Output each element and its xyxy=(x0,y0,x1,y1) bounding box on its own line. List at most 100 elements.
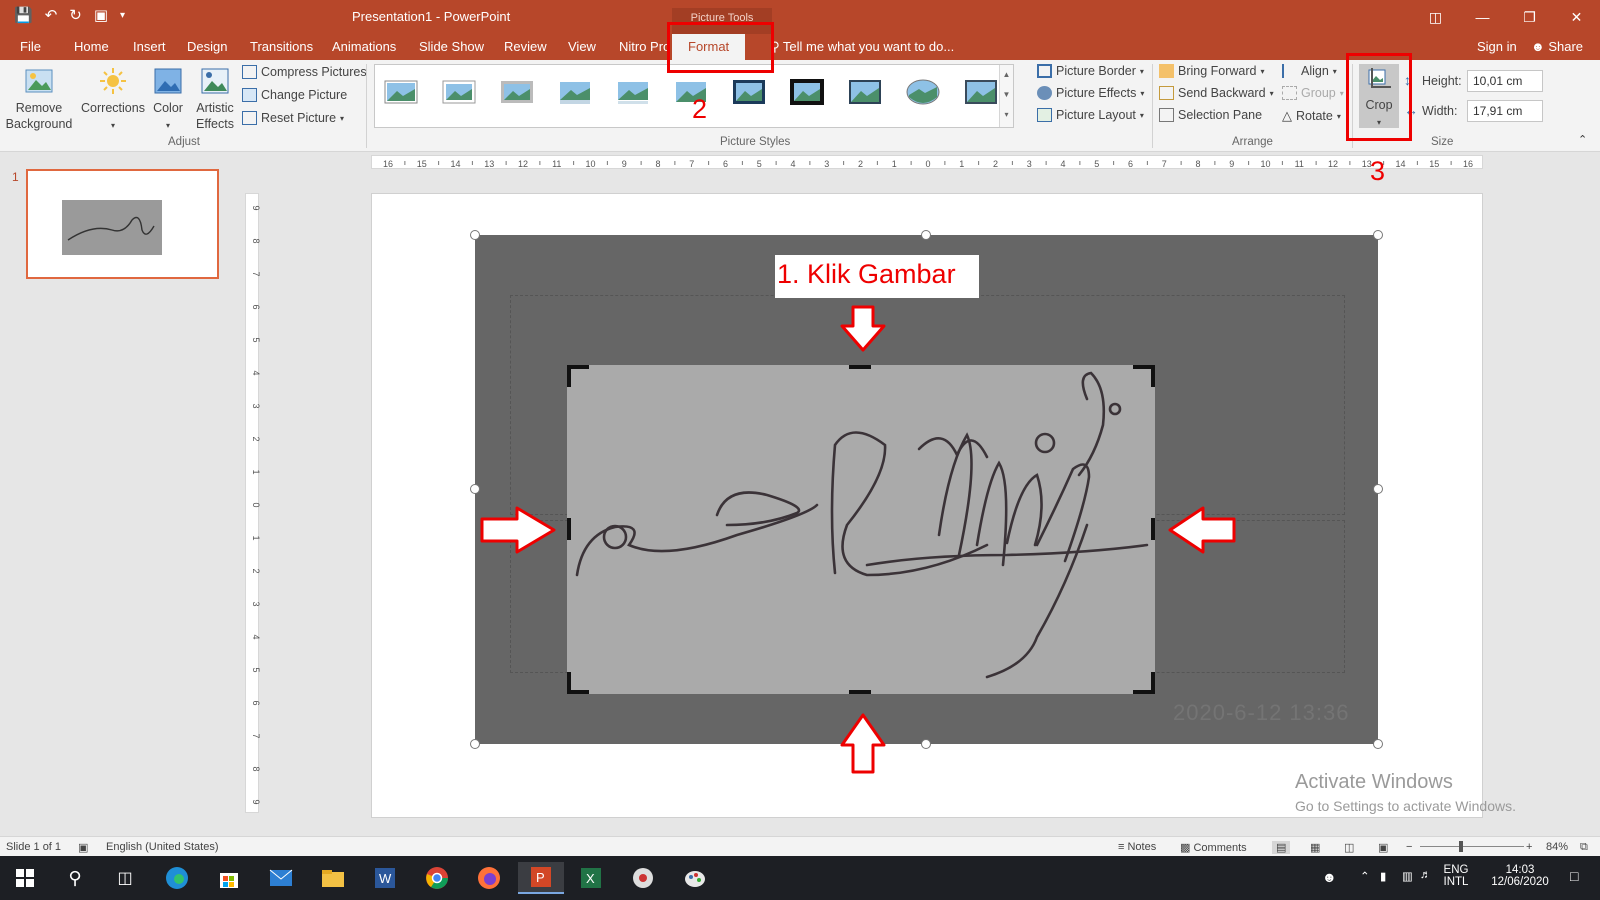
zoom-level[interactable]: 84% xyxy=(1546,841,1568,853)
selection-pane-button[interactable]: Selection Pane xyxy=(1159,108,1262,122)
gallery-scrollbar[interactable]: ▲ ▼ ▾ xyxy=(999,65,1013,127)
ribbon-display-options-icon[interactable]: ◫ xyxy=(1412,4,1459,30)
paint-icon[interactable] xyxy=(676,862,714,894)
tab-insert[interactable]: Insert xyxy=(133,39,166,54)
picture-style-thumb[interactable] xyxy=(383,77,419,107)
people-icon[interactable]: ☻ xyxy=(1322,869,1337,885)
start-presentation-icon[interactable]: ▣ xyxy=(94,6,108,26)
tab-nitro-pro[interactable]: Nitro Pro xyxy=(619,39,669,54)
fit-slide-icon[interactable]: ⧉ xyxy=(1580,841,1588,854)
tab-view[interactable]: View xyxy=(568,39,596,54)
zoom-slider[interactable] xyxy=(1420,846,1524,847)
picture-style-thumb[interactable] xyxy=(789,77,825,107)
powerpoint-icon[interactable]: P xyxy=(518,862,564,894)
zoom-in-icon[interactable]: + xyxy=(1526,841,1532,853)
file-explorer-icon[interactable] xyxy=(314,862,352,894)
width-field[interactable]: 17,91 cm xyxy=(1467,100,1543,122)
compress-pictures-button[interactable]: Compress Pictures xyxy=(242,65,367,79)
remove-background-button[interactable]: Remove Background xyxy=(4,62,74,132)
tab-design[interactable]: Design xyxy=(187,39,227,54)
height-field[interactable]: 10,01 cm xyxy=(1467,70,1543,92)
chrome-icon[interactable] xyxy=(418,862,456,894)
windows-start-icon[interactable] xyxy=(6,862,44,894)
excel-icon[interactable]: X xyxy=(572,862,610,894)
task-view-icon[interactable]: ◫ xyxy=(106,862,144,894)
corrections-button[interactable]: Corrections ▾ xyxy=(80,62,146,134)
resize-handle[interactable] xyxy=(470,484,480,494)
resize-handle[interactable] xyxy=(470,739,480,749)
show-hidden-icons-chevron[interactable]: ⌃ xyxy=(1360,869,1370,883)
picture-style-thumb[interactable] xyxy=(963,77,999,107)
network-icon[interactable]: ▥ xyxy=(1402,869,1413,883)
resize-handle[interactable] xyxy=(921,739,931,749)
normal-view-icon[interactable]: ▤ xyxy=(1272,841,1291,854)
media-player-icon[interactable] xyxy=(624,862,662,894)
tab-review[interactable]: Review xyxy=(504,39,547,54)
tab-home[interactable]: Home xyxy=(74,39,109,54)
resize-handle[interactable] xyxy=(470,230,480,240)
zoom-slider-thumb[interactable] xyxy=(1459,841,1463,852)
picture-layout-button[interactable]: Picture Layout ▾ xyxy=(1037,108,1144,122)
resize-handle[interactable] xyxy=(1373,484,1383,494)
restore-button[interactable]: ❐ xyxy=(1506,4,1553,30)
zoom-out-icon[interactable]: − xyxy=(1406,841,1412,853)
collapse-ribbon-icon[interactable]: ⌃ xyxy=(1578,133,1587,146)
reset-picture-button[interactable]: Reset Picture ▾ xyxy=(242,111,344,125)
color-button[interactable]: Color ▾ xyxy=(148,62,188,134)
slide-show-icon[interactable]: ▣ xyxy=(1378,841,1388,854)
firefox-icon[interactable] xyxy=(470,862,508,894)
tell-me-search[interactable]: ⚲ Tell me what you want to do... xyxy=(770,39,954,55)
resize-handle[interactable] xyxy=(1373,739,1383,749)
battery-icon[interactable]: ▮ xyxy=(1380,869,1386,883)
sign-in-link[interactable]: Sign in xyxy=(1477,39,1517,54)
picture-style-thumb[interactable] xyxy=(557,77,593,107)
picture-style-thumb[interactable] xyxy=(905,77,941,107)
resize-handle[interactable] xyxy=(1373,230,1383,240)
change-picture-button[interactable]: Change Picture xyxy=(242,88,347,102)
notes-button[interactable]: ≡ Notes xyxy=(1118,841,1156,853)
group-button[interactable]: Group ▾ xyxy=(1282,86,1344,100)
picture-border-button[interactable]: Picture Border ▾ xyxy=(1037,64,1144,78)
redo-icon[interactable]: ↻ xyxy=(69,6,82,26)
slide-sorter-icon[interactable]: ▦ xyxy=(1310,841,1320,854)
crop-handle-top[interactable] xyxy=(849,365,871,369)
bring-forward-button[interactable]: Bring Forward ▾ xyxy=(1159,64,1265,78)
resize-handle[interactable] xyxy=(921,230,931,240)
picture-style-thumb[interactable] xyxy=(499,77,535,107)
share-button[interactable]: ☻ Share xyxy=(1531,39,1583,54)
crop-handle-left[interactable] xyxy=(567,518,571,540)
gallery-up-icon[interactable]: ▲ xyxy=(1000,65,1013,85)
tab-file[interactable]: File xyxy=(20,39,41,54)
crop-handle-top-left[interactable] xyxy=(567,365,571,387)
crop-handle-bottom-right[interactable] xyxy=(1151,672,1155,694)
minimize-button[interactable]: — xyxy=(1459,4,1506,30)
picture-style-thumb[interactable] xyxy=(615,77,651,107)
spell-check-icon[interactable]: ▣ xyxy=(78,841,88,854)
input-language-indicator[interactable]: ENG INTL xyxy=(1436,864,1476,888)
picture-style-thumb[interactable] xyxy=(441,77,477,107)
language-indicator[interactable]: English (United States) xyxy=(106,841,219,853)
tab-animations[interactable]: Animations xyxy=(332,39,396,54)
undo-icon[interactable]: ↶ xyxy=(45,6,58,26)
send-backward-button[interactable]: Send Backward ▾ xyxy=(1159,86,1274,100)
edge-icon[interactable] xyxy=(158,862,196,894)
gallery-down-icon[interactable]: ▼ xyxy=(1000,85,1013,105)
crop-handle-top-right[interactable] xyxy=(1151,365,1155,387)
crop-handle-bottom-left[interactable] xyxy=(567,672,571,694)
crop-handle-right[interactable] xyxy=(1151,518,1155,540)
reading-view-icon[interactable]: ◫ xyxy=(1344,841,1354,854)
picture-effects-button[interactable]: Picture Effects ▾ xyxy=(1037,86,1144,100)
word-icon[interactable]: W xyxy=(366,862,404,894)
save-icon[interactable]: 💾 xyxy=(14,6,33,26)
slide-thumbnail[interactable] xyxy=(26,169,219,279)
artistic-effects-button[interactable]: Artistic Effects xyxy=(190,62,240,132)
tab-slide-show[interactable]: Slide Show xyxy=(419,39,484,54)
crop-handle-bottom[interactable] xyxy=(849,690,871,694)
store-icon[interactable] xyxy=(210,862,248,894)
comments-button[interactable]: ▩ Comments xyxy=(1180,841,1247,854)
mail-icon[interactable] xyxy=(262,862,300,894)
search-icon[interactable]: ⚲ xyxy=(56,862,94,894)
signature-picture[interactable] xyxy=(567,365,1155,694)
picture-style-thumb[interactable] xyxy=(847,77,883,107)
notifications-icon[interactable]: □ xyxy=(1570,868,1578,884)
